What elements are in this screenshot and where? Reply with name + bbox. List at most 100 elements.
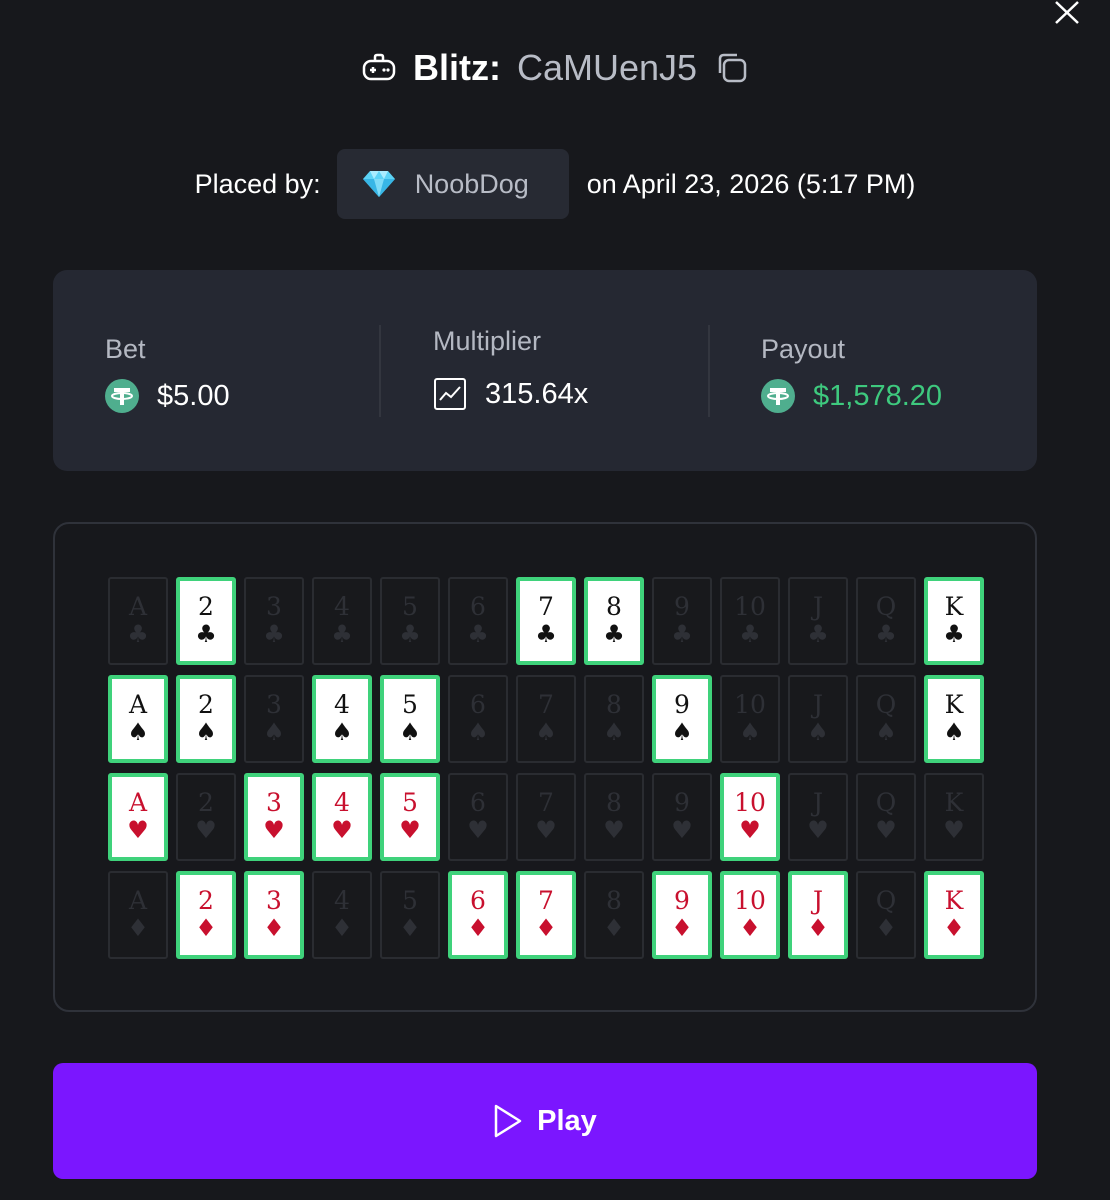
card-10-of-hearts: 10 ♥ <box>720 773 780 861</box>
spades-suit-icon: ♠ <box>807 718 829 746</box>
card-rank: 7 <box>538 886 554 915</box>
card-rank: 4 <box>334 592 350 621</box>
card-a-of-hearts: A ♥ <box>108 773 168 861</box>
bet-label: Bet <box>105 334 146 364</box>
card-4-of-clubs: 4 ♣ <box>312 577 372 665</box>
clubs-suit-icon: ♣ <box>127 620 149 648</box>
play-icon <box>494 1104 522 1138</box>
card-k-of-diamonds: K ♦ <box>924 871 984 959</box>
game-name: Blitz: <box>412 47 501 88</box>
clubs-suit-icon: ♣ <box>467 620 489 648</box>
card-9-of-clubs: 9 ♣ <box>652 577 712 665</box>
tether-coin-icon <box>761 379 795 413</box>
card-9-of-diamonds: 9 ♦ <box>652 871 712 959</box>
payout-label: Payout <box>761 334 846 364</box>
card-5-of-spades: 5 ♠ <box>380 675 440 763</box>
card-9-of-hearts: 9 ♥ <box>652 773 712 861</box>
clubs-suit-icon: ♣ <box>943 620 965 648</box>
card-rank: 8 <box>606 690 622 719</box>
card-10-of-spades: 10 ♠ <box>720 675 780 763</box>
card-7-of-diamonds: 7 ♦ <box>516 871 576 959</box>
card-3-of-clubs: 3 ♣ <box>244 577 304 665</box>
card-rank: 4 <box>334 788 350 817</box>
card-rank: 6 <box>470 690 486 719</box>
diamonds-suit-icon: ♦ <box>943 914 965 942</box>
stat-divider <box>708 325 710 417</box>
placed-by-row: Placed by: NoobDog on April 23, 2026 (5:… <box>0 148 1110 220</box>
card-5-of-hearts: 5 ♥ <box>380 773 440 861</box>
card-6-of-clubs: 6 ♣ <box>448 577 508 665</box>
card-4-of-diamonds: 4 ♦ <box>312 871 372 959</box>
play-button[interactable]: Play <box>53 1063 1037 1179</box>
card-rank: 2 <box>198 690 214 719</box>
spades-suit-icon: ♠ <box>875 718 897 746</box>
card-rank: 5 <box>402 788 418 817</box>
card-rank: 5 <box>402 886 418 915</box>
spades-suit-icon: ♠ <box>195 718 217 746</box>
card-3-of-hearts: 3 ♥ <box>244 773 304 861</box>
card-7-of-clubs: 7 ♣ <box>516 577 576 665</box>
multiplier-stat: Multiplier 315.64x <box>433 326 588 411</box>
card-10-of-diamonds: 10 ♦ <box>720 871 780 959</box>
clubs-suit-icon: ♣ <box>399 620 421 648</box>
card-rank: Q <box>875 690 897 719</box>
hearts-suit-icon: ♥ <box>195 816 217 844</box>
hearts-suit-icon: ♥ <box>399 816 421 844</box>
bet-stat: Bet $5.00 <box>105 330 230 413</box>
card-rank: K <box>944 886 964 915</box>
hearts-suit-icon: ♥ <box>263 816 285 844</box>
card-a-of-spades: A ♠ <box>108 675 168 763</box>
card-rank: 7 <box>538 592 554 621</box>
card-rank: 8 <box>606 886 622 915</box>
card-5-of-clubs: 5 ♣ <box>380 577 440 665</box>
spades-suit-icon: ♠ <box>467 718 489 746</box>
card-rank: Q <box>875 886 897 915</box>
placed-by-label: Placed by: <box>194 168 321 199</box>
spades-suit-icon: ♠ <box>535 718 557 746</box>
card-rank: 3 <box>266 788 282 817</box>
spades-suit-icon: ♠ <box>671 718 693 746</box>
card-2-of-spades: 2 ♠ <box>176 675 236 763</box>
diamonds-suit-icon: ♦ <box>399 914 421 942</box>
payout-value: $1,578.20 <box>813 379 943 412</box>
diamonds-suit-icon: ♦ <box>263 914 285 942</box>
title-row: Blitz: CaMUenJ5 <box>0 40 1110 96</box>
card-2-of-hearts: 2 ♥ <box>176 773 236 861</box>
placed-date: on April 23, 2026 (5:17 PM) <box>586 168 916 199</box>
card-board: A ♣ 2 ♣ 3 ♣ 4 ♣ 5 ♣ 6 ♣ 7 ♣ 8 ♣ 9 ♣ 10 ♣ J ♣ Q ♣ K ♣ A ♠ 2 ♠ 3 ♠ 4 ♠ 5 ♠ 6 ♠ 7… <box>53 522 1037 1012</box>
card-6-of-hearts: 6 ♥ <box>448 773 508 861</box>
diamonds-suit-icon: ♦ <box>739 914 761 942</box>
hearts-suit-icon: ♥ <box>331 816 353 844</box>
card-k-of-spades: K ♠ <box>924 675 984 763</box>
close-button[interactable] <box>1052 0 1082 26</box>
bet-value: $5.00 <box>157 379 230 412</box>
hearts-suit-icon: ♥ <box>807 816 829 844</box>
card-rank: 6 <box>470 788 486 817</box>
spades-suit-icon: ♠ <box>739 718 761 746</box>
card-3-of-diamonds: 3 ♦ <box>244 871 304 959</box>
card-k-of-hearts: K ♥ <box>924 773 984 861</box>
hearts-suit-icon: ♥ <box>739 816 761 844</box>
card-rank: 2 <box>198 886 214 915</box>
card-8-of-clubs: 8 ♣ <box>584 577 644 665</box>
diamonds-suit-icon: ♦ <box>331 914 353 942</box>
copy-icon[interactable] <box>715 51 749 85</box>
card-3-of-spades: 3 ♠ <box>244 675 304 763</box>
card-rank: K <box>944 690 964 719</box>
card-rank: 9 <box>674 592 690 621</box>
card-j-of-spades: J ♠ <box>788 675 848 763</box>
card-8-of-diamonds: 8 ♦ <box>584 871 644 959</box>
card-5-of-diamonds: 5 ♦ <box>380 871 440 959</box>
multiplier-label: Multiplier <box>433 326 542 356</box>
gamepad-icon <box>362 53 396 81</box>
diamonds-suit-icon: ♦ <box>127 914 149 942</box>
card-7-of-spades: 7 ♠ <box>516 675 576 763</box>
card-rank: 4 <box>334 690 350 719</box>
clubs-suit-icon: ♣ <box>263 620 285 648</box>
spades-suit-icon: ♠ <box>943 718 965 746</box>
user-chip[interactable]: NoobDog <box>336 149 569 219</box>
hearts-suit-icon: ♥ <box>467 816 489 844</box>
card-4-of-hearts: 4 ♥ <box>312 773 372 861</box>
card-rank: 4 <box>334 886 350 915</box>
spades-suit-icon: ♠ <box>263 718 285 746</box>
